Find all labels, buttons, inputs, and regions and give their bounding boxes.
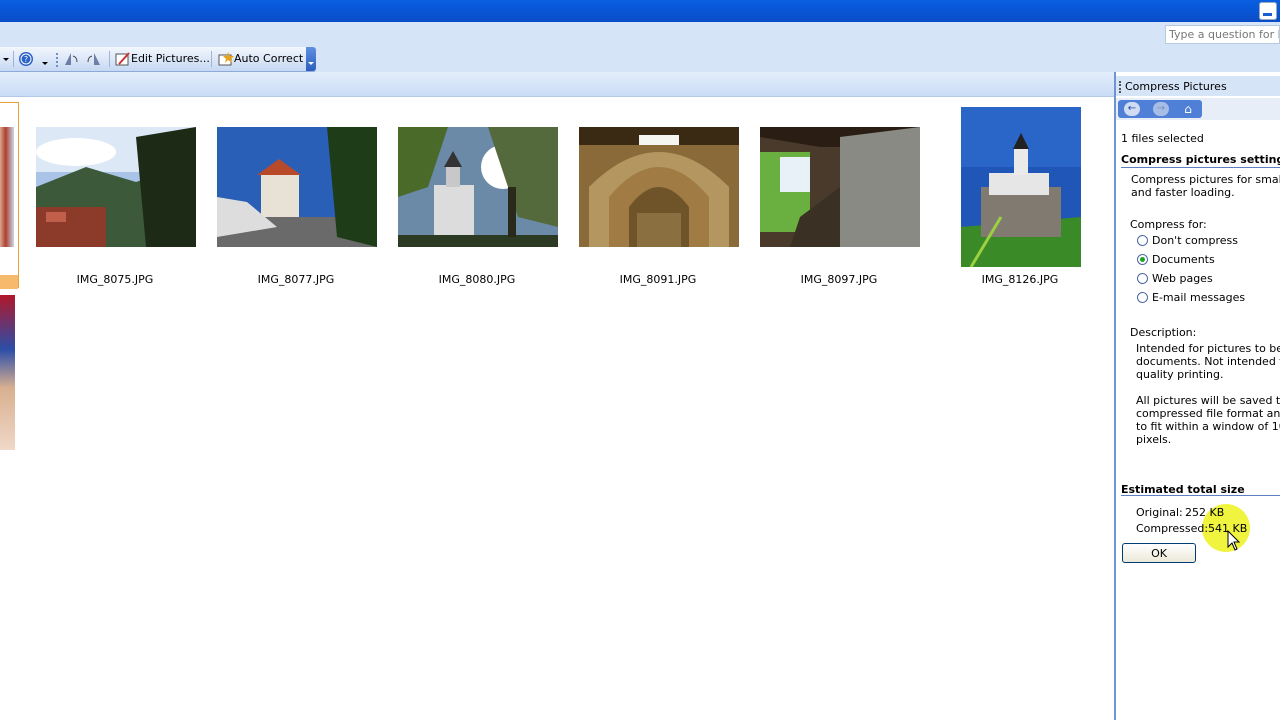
rotate-right-button[interactable]	[85, 51, 103, 67]
toolbar-separator	[211, 51, 212, 67]
rotate-right-icon	[87, 53, 100, 65]
radio-documents[interactable]	[1137, 254, 1148, 265]
original-size-label: Original:	[1136, 506, 1183, 519]
zoom-dropdown[interactable]	[0, 51, 12, 67]
edit-pictures-button[interactable]: Edit Pictures...	[115, 51, 210, 67]
chevron-down-icon	[3, 58, 9, 61]
toolbar-grip	[56, 65, 58, 67]
task-pane-title-bar: Compress Pictures	[1116, 76, 1280, 96]
thumbnail-caption: IMG_8126.JPG	[981, 273, 1059, 286]
note-text: pixels.	[1136, 433, 1172, 446]
ask-question-input[interactable]: Type a question for he	[1165, 25, 1280, 44]
toolbar-separator	[109, 51, 110, 67]
edit-pictures-label: Edit Pictures...	[131, 52, 210, 65]
toolbar-separator	[13, 51, 14, 67]
settings-heading: Compress pictures settings	[1121, 153, 1280, 166]
help-icon: ?	[19, 52, 33, 66]
note-text: All pictures will be saved to a	[1136, 394, 1280, 407]
original-size-value: 252 KB	[1185, 506, 1225, 519]
description-label: Description:	[1130, 326, 1197, 339]
thumbnail-caption: IMG_8097.JPG	[800, 273, 878, 286]
forward-icon[interactable]: →	[1153, 102, 1169, 116]
task-pane-nav-buttons: ← → ⌂	[1118, 100, 1202, 118]
selection-info: 1 files selected	[1121, 132, 1204, 145]
note-text: to fit within a window of 1024	[1136, 420, 1280, 433]
thumbnail-image[interactable]	[760, 127, 920, 247]
toolbar-grip	[56, 53, 58, 55]
toolbar-options-button[interactable]	[40, 51, 50, 67]
description-text: Intended for pictures to be us	[1136, 342, 1280, 355]
thumbnail-caption: IMG_8080.JPG	[438, 273, 516, 286]
task-pane-nav: ← → ⌂	[1116, 98, 1280, 120]
radio-label[interactable]: Web pages	[1152, 272, 1213, 285]
thumbnail-image[interactable]	[579, 127, 739, 247]
chevron-down-icon	[42, 62, 48, 65]
auto-correct-label: Auto Correct	[234, 52, 304, 65]
thumbnail-caption: IMG_8091.JPG	[619, 273, 697, 286]
rotate-left-icon	[65, 53, 78, 65]
settings-intro: Compress pictures for smaller fi	[1131, 173, 1280, 186]
task-pane-title: Compress Pictures	[1125, 80, 1227, 93]
task-pane-grip	[1119, 81, 1123, 93]
radio-dont-compress[interactable]	[1137, 235, 1148, 246]
radio-label[interactable]: E-mail messages	[1152, 291, 1245, 304]
toolbar-grip	[56, 57, 58, 59]
home-icon[interactable]: ⌂	[1180, 102, 1196, 116]
thumbnail-image[interactable]	[36, 127, 196, 247]
back-icon[interactable]: ←	[1124, 102, 1140, 116]
thumbnail-image[interactable]	[398, 127, 558, 247]
title-bar	[0, 0, 1280, 22]
heading-divider	[1121, 167, 1280, 168]
settings-intro: and faster loading.	[1131, 186, 1235, 199]
compressed-size-label: Compressed:	[1136, 522, 1209, 535]
description-text: quality printing.	[1136, 368, 1224, 381]
thumbnail-pane-header	[0, 72, 1114, 97]
mouse-cursor-icon	[1227, 530, 1241, 551]
picture-toolbar: ? Edit Pictures... Auto Correct	[0, 47, 316, 72]
thumbnail-image[interactable]	[217, 127, 377, 247]
radio-label[interactable]: Don't compress	[1152, 234, 1238, 247]
thumbnail-image[interactable]	[961, 107, 1081, 268]
rotate-left-button[interactable]	[62, 51, 80, 67]
thumbnail-caption: IMG_8077.JPG	[257, 273, 335, 286]
radio-web-pages[interactable]	[1137, 273, 1148, 284]
minimize-button[interactable]	[1259, 2, 1277, 20]
help-button[interactable]: ?	[18, 51, 34, 67]
auto-correct-button[interactable]: Auto Correct	[218, 51, 304, 67]
thumbnail-caption: IMG_8075.JPG	[76, 273, 154, 286]
toolbar-grip	[56, 61, 58, 63]
radio-label[interactable]: Documents	[1152, 253, 1215, 266]
auto-correct-icon	[218, 52, 234, 66]
toolbar-options-button[interactable]	[306, 47, 316, 71]
selected-thumbnail-frame[interactable]	[0, 102, 19, 289]
ok-button[interactable]: OK	[1122, 543, 1196, 563]
edit-picture-icon	[115, 52, 130, 66]
partial-thumbnail[interactable]	[0, 295, 15, 450]
note-text: compressed file format and re	[1136, 407, 1280, 420]
svg-text:?: ?	[24, 55, 28, 64]
compress-for-label: Compress for:	[1130, 218, 1207, 231]
heading-divider	[1121, 495, 1280, 496]
description-text: documents. Not intended for p	[1136, 355, 1280, 368]
radio-email-messages[interactable]	[1137, 292, 1148, 303]
